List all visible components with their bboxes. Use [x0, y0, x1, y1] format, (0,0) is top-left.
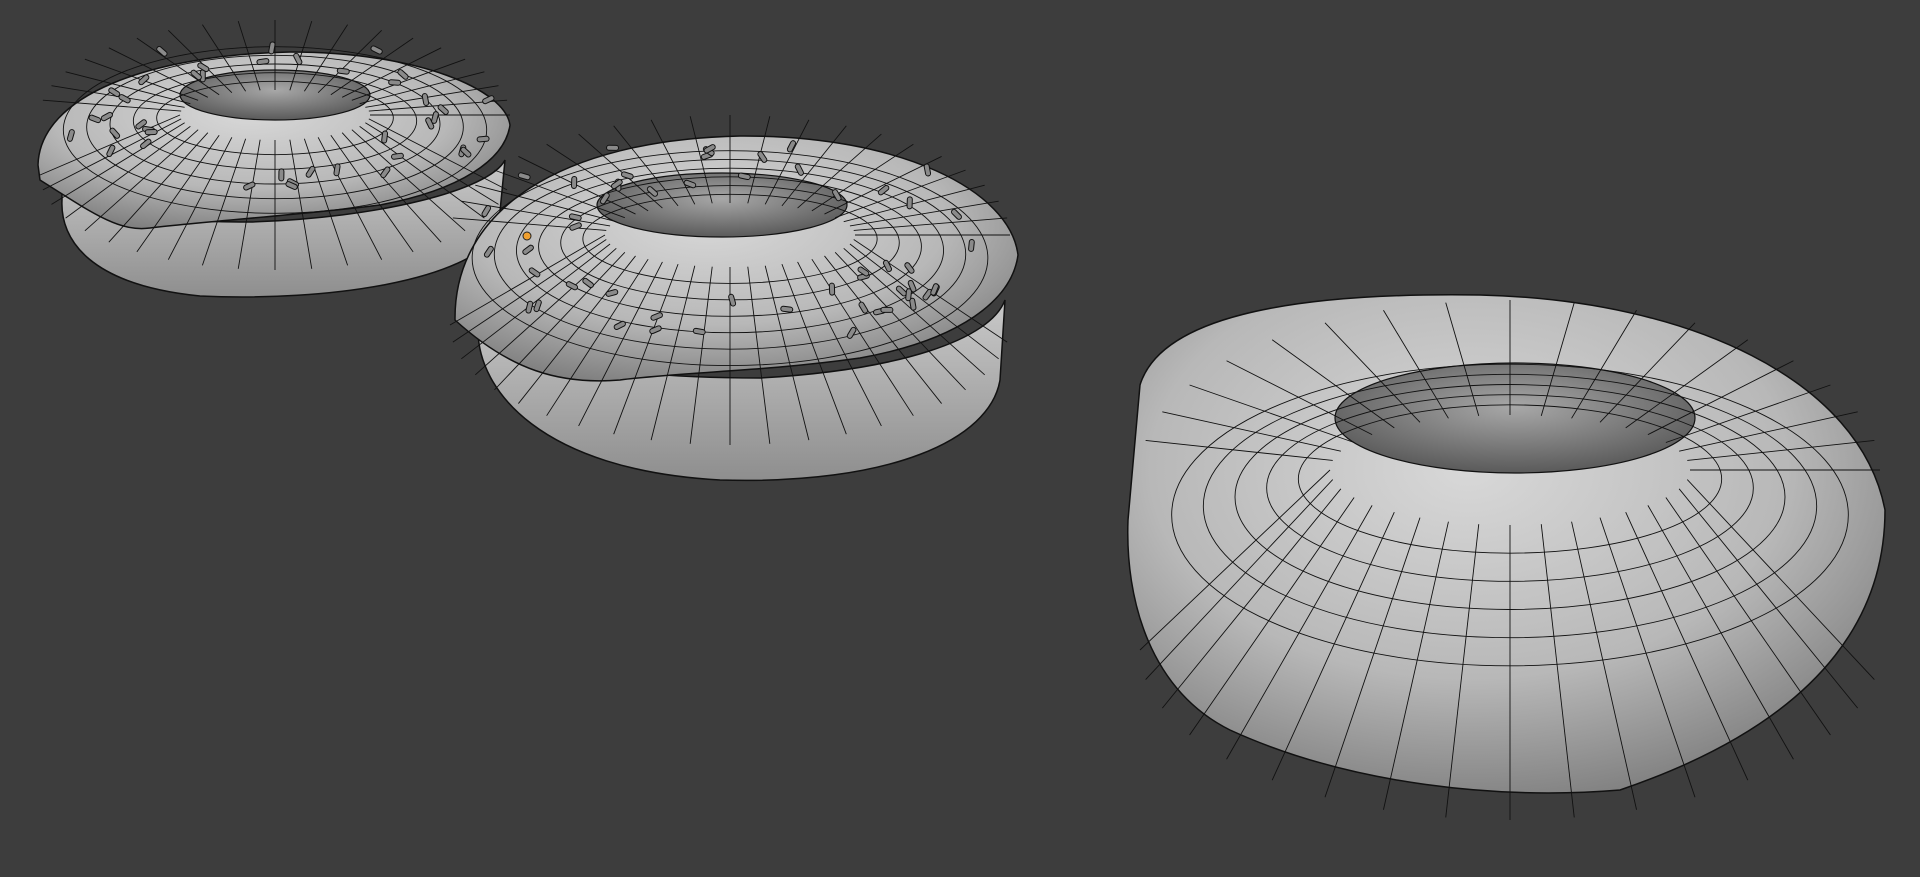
sprinkle — [606, 144, 620, 151]
donut-object-1[interactable] — [37, 20, 511, 298]
sprinkle — [370, 45, 383, 55]
torus-object[interactable] — [1127, 294, 1886, 820]
sprinkle — [906, 196, 913, 210]
viewport-scene[interactable] — [0, 0, 1920, 877]
sprinkle — [968, 238, 975, 252]
sprinkle — [828, 282, 836, 296]
object-origin-marker[interactable] — [522, 231, 532, 241]
sprinkle — [381, 130, 389, 144]
sprinkle — [278, 168, 285, 182]
3d-viewport[interactable] — [0, 0, 1920, 877]
sprinkle — [144, 128, 158, 136]
sprinkle — [336, 67, 350, 75]
sprinkle — [390, 152, 404, 160]
sprinkle — [780, 305, 794, 313]
sprinkle — [571, 175, 578, 189]
donut-object-2[interactable] — [449, 115, 1019, 482]
sprinkle — [476, 135, 490, 143]
sprinkle — [388, 79, 402, 86]
sprinkle — [256, 58, 270, 66]
sprinkle — [880, 306, 894, 313]
